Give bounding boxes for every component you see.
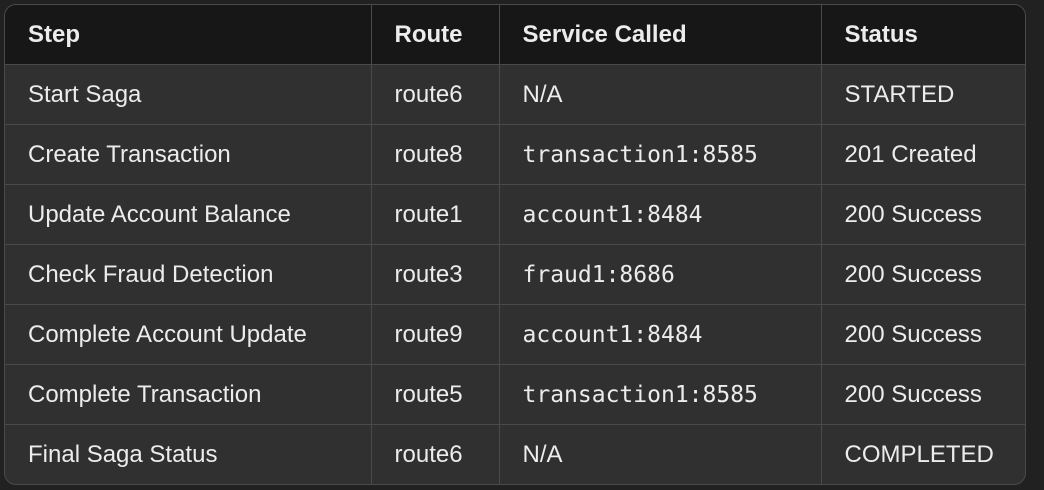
- cell-route: route6: [370, 424, 499, 484]
- cell-service: account1:8484: [498, 304, 821, 365]
- header-route: Route: [370, 5, 499, 65]
- cell-service: N/A: [498, 424, 821, 484]
- table-row: Final Saga Status route6 N/A COMPLETED: [5, 424, 1025, 484]
- cell-status: STARTED: [820, 64, 1025, 125]
- cell-step: Complete Transaction: [5, 364, 371, 425]
- header-service-called: Service Called: [498, 5, 821, 65]
- cell-route: route1: [370, 184, 499, 245]
- cell-status: COMPLETED: [820, 424, 1025, 484]
- table-row: Start Saga route6 N/A STARTED: [5, 64, 1025, 125]
- cell-route: route8: [370, 124, 499, 185]
- table-row: Check Fraud Detection route3 fraud1:8686…: [5, 244, 1025, 305]
- saga-steps-table: Step Route Service Called Status Start S…: [5, 5, 1025, 484]
- header-status: Status: [820, 5, 1025, 65]
- cell-step: Check Fraud Detection: [5, 244, 371, 305]
- cell-service: transaction1:8585: [498, 124, 821, 185]
- cell-status: 200 Success: [820, 244, 1025, 305]
- table-header-row: Step Route Service Called Status: [5, 5, 1025, 65]
- cell-service: N/A: [498, 64, 821, 125]
- table-row: Update Account Balance route1 account1:8…: [5, 184, 1025, 245]
- table-row: Complete Transaction route5 transaction1…: [5, 364, 1025, 425]
- table-row: Create Transaction route8 transaction1:8…: [5, 124, 1025, 185]
- cell-step: Final Saga Status: [5, 424, 371, 484]
- cell-step: Start Saga: [28, 80, 142, 108]
- cell-route: route9: [370, 304, 499, 365]
- cell-route: route5: [370, 364, 499, 425]
- cell-service: fraud1:8686: [498, 244, 821, 305]
- cell-status: 200 Success: [820, 304, 1025, 365]
- header-step: Step: [5, 5, 371, 65]
- cell-status: 200 Success: [820, 184, 1025, 245]
- cell-route: route6: [370, 64, 499, 125]
- cell-step: Complete Account Update: [5, 304, 371, 365]
- cell-step: Create Transaction: [5, 124, 371, 185]
- saga-steps-table-container: Step Route Service Called Status Start S…: [4, 4, 1026, 485]
- cell-service: transaction1:8585: [498, 364, 821, 425]
- cell-status: 200 Success: [820, 364, 1025, 425]
- cell-route: route3: [370, 244, 499, 305]
- cell-service: account1:8484: [498, 184, 821, 245]
- cell-step: Update Account Balance: [5, 184, 371, 245]
- cell-status: 201 Created: [820, 124, 1025, 185]
- table-row: Complete Account Update route9 account1:…: [5, 304, 1025, 365]
